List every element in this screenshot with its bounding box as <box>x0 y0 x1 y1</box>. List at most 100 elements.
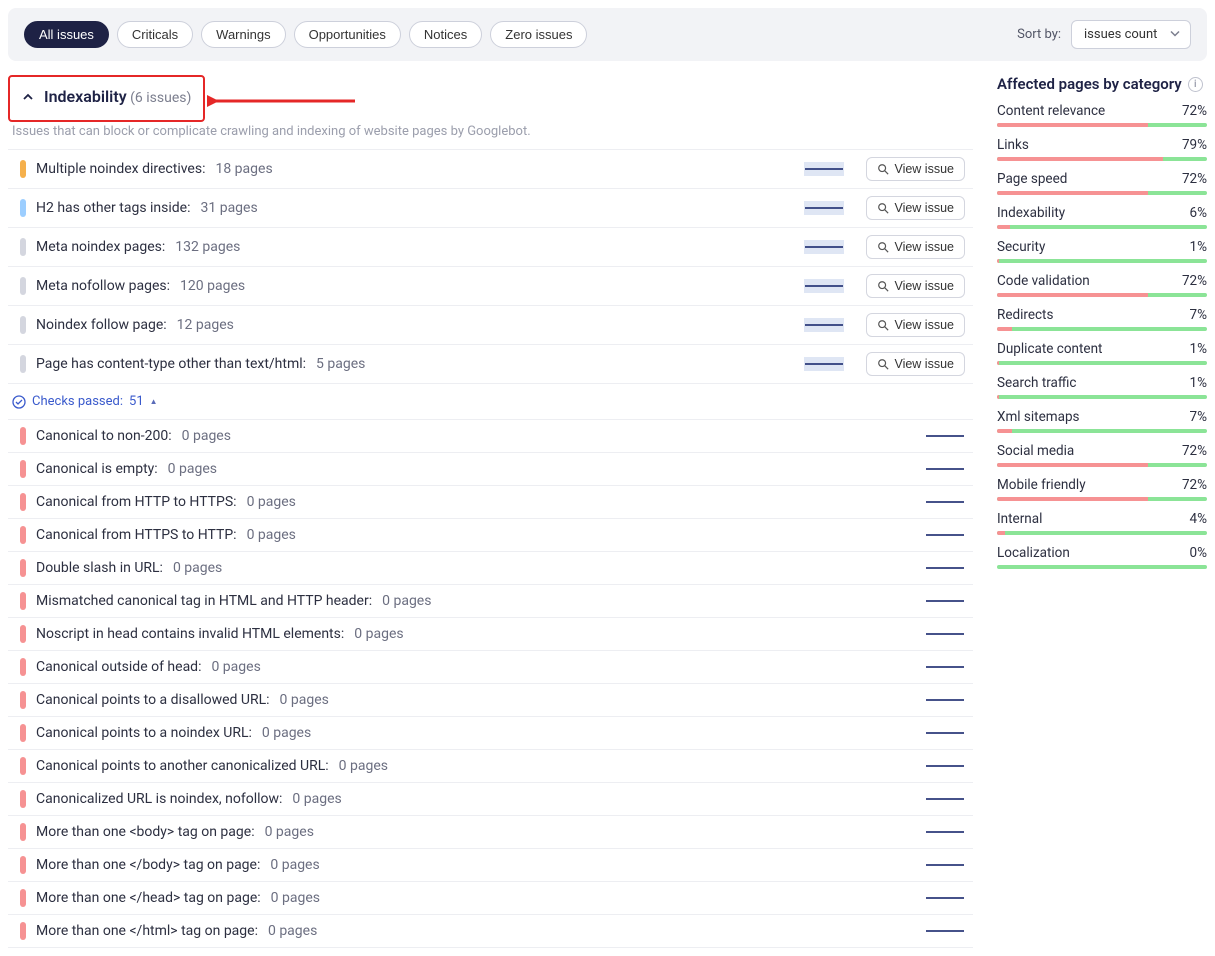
issue-row[interactable]: More than one <body> tag on page: 0 page… <box>8 816 973 849</box>
sparkline-icon <box>925 561 965 575</box>
filter-pill-notices[interactable]: Notices <box>409 21 482 48</box>
sidebar-affected-pages: Affected pages by category i Content rel… <box>997 75 1207 948</box>
view-issue-button[interactable]: View issue <box>866 235 965 259</box>
sparkline-icon <box>925 924 965 938</box>
issue-row[interactable]: Double slash in URL: 0 pages <box>8 552 973 585</box>
filter-pill-opportunities[interactable]: Opportunities <box>294 21 401 48</box>
filter-pill-warnings[interactable]: Warnings <box>201 21 285 48</box>
category-row[interactable]: Redirects7% <box>997 307 1207 331</box>
section-header-indexability[interactable]: Indexability (6 issues) <box>10 77 203 116</box>
category-name: Mobile friendly <box>997 477 1086 493</box>
issue-row[interactable]: Canonical outside of head: 0 pages <box>8 651 973 684</box>
category-row[interactable]: Xml sitemaps7% <box>997 409 1207 433</box>
category-row[interactable]: Search traffic1% <box>997 375 1207 399</box>
category-percent: 6% <box>1190 205 1207 221</box>
issue-pages: 12 pages <box>177 317 234 333</box>
category-bar <box>997 327 1207 331</box>
category-row[interactable]: Internal4% <box>997 511 1207 535</box>
filter-pills: All issues Criticals Warnings Opportunities… <box>24 21 1009 48</box>
category-bar <box>997 157 1207 161</box>
chevron-down-icon <box>1170 27 1180 42</box>
severity-indicator <box>20 658 26 676</box>
issue-row[interactable]: Canonicalized URL is noindex, nofollow: … <box>8 783 973 816</box>
category-row[interactable]: Content relevance72% <box>997 103 1207 127</box>
issue-row[interactable]: Meta nofollow pages: 120 pagesView issue <box>8 267 973 306</box>
category-row[interactable]: Localization0% <box>997 545 1207 569</box>
severity-indicator <box>20 922 26 940</box>
issue-row[interactable]: Canonical is empty: 0 pages <box>8 453 973 486</box>
category-name: Redirects <box>997 307 1053 323</box>
view-issue-label: View issue <box>894 240 954 254</box>
issue-row[interactable]: Canonical points to another canonicalize… <box>8 750 973 783</box>
view-issue-button[interactable]: View issue <box>866 274 965 298</box>
sparkline-icon <box>925 726 965 740</box>
filter-pill-all-issues[interactable]: All issues <box>24 21 109 48</box>
sparkline-icon <box>925 627 965 641</box>
checks-passed-toggle[interactable]: Checks passed: 51 ▲ <box>8 384 162 419</box>
sparkline-icon <box>804 279 844 293</box>
issue-row[interactable]: Canonical points to a disallowed URL: 0 … <box>8 684 973 717</box>
category-bar <box>997 463 1207 467</box>
sort-select[interactable]: issues count <box>1071 20 1191 49</box>
issue-row[interactable]: H2 has other tags inside: 31 pagesView i… <box>8 189 973 228</box>
issue-row[interactable]: More than one </html> tag on page: 0 pag… <box>8 915 973 948</box>
severity-indicator <box>20 160 26 178</box>
sort-by-label: Sort by: <box>1017 27 1061 42</box>
category-row[interactable]: Indexability6% <box>997 205 1207 229</box>
issue-row[interactable]: Canonical to non-200: 0 pages <box>8 419 973 453</box>
category-row[interactable]: Code validation72% <box>997 273 1207 297</box>
issue-row[interactable]: Multiple noindex directives: 18 pagesVie… <box>8 149 973 189</box>
view-issue-button[interactable]: View issue <box>866 313 965 337</box>
section-description: Issues that can block or complicate craw… <box>8 122 973 149</box>
category-row[interactable]: Links79% <box>997 137 1207 161</box>
issue-row[interactable]: More than one </head> tag on page: 0 pag… <box>8 882 973 915</box>
view-issue-button[interactable]: View issue <box>866 196 965 220</box>
issue-label: Double slash in URL: <box>36 560 163 576</box>
checks-passed-count: 51 <box>129 394 144 409</box>
category-name: Duplicate content <box>997 341 1102 357</box>
issues-active-list: Multiple noindex directives: 18 pagesVie… <box>8 149 973 384</box>
issue-label: Canonical points to a disallowed URL: <box>36 692 270 708</box>
view-issue-button[interactable]: View issue <box>866 157 965 181</box>
issue-pages: 5 pages <box>316 356 365 372</box>
issue-label: More than one <body> tag on page: <box>36 824 255 840</box>
issue-row[interactable]: Meta noindex pages: 132 pagesView issue <box>8 228 973 267</box>
issue-row[interactable]: Noindex follow page: 12 pagesView issue <box>8 306 973 345</box>
sparkline-icon <box>925 858 965 872</box>
category-row[interactable]: Security1% <box>997 239 1207 263</box>
filter-pill-criticals[interactable]: Criticals <box>117 21 193 48</box>
category-name: Search traffic <box>997 375 1076 391</box>
issue-row[interactable]: Canonical from HTTPS to HTTP: 0 pages <box>8 519 973 552</box>
info-icon[interactable]: i <box>1188 77 1203 92</box>
filter-pill-zero-issues[interactable]: Zero issues <box>490 21 587 48</box>
sort-value: issues count <box>1084 27 1157 42</box>
category-percent: 79% <box>1182 137 1207 153</box>
category-row[interactable]: Duplicate content1% <box>997 341 1207 365</box>
issue-row[interactable]: More than one </body> tag on page: 0 pag… <box>8 849 973 882</box>
severity-indicator <box>20 625 26 643</box>
issue-label: Canonical to non-200: <box>36 428 172 444</box>
issue-pages: 18 pages <box>215 161 272 177</box>
severity-indicator <box>20 592 26 610</box>
view-issue-button[interactable]: View issue <box>866 352 965 376</box>
severity-indicator <box>20 199 26 217</box>
issue-pages: 0 pages <box>247 494 296 510</box>
issue-row[interactable]: Canonical points to a noindex URL: 0 pag… <box>8 717 973 750</box>
severity-indicator <box>20 559 26 577</box>
category-bar <box>997 565 1207 569</box>
view-issue-label: View issue <box>894 201 954 215</box>
search-icon <box>877 319 889 331</box>
category-row[interactable]: Social media72% <box>997 443 1207 467</box>
category-row[interactable]: Page speed72% <box>997 171 1207 195</box>
issue-row[interactable]: Noscript in head contains invalid HTML e… <box>8 618 973 651</box>
issue-row[interactable]: Mismatched canonical tag in HTML and HTT… <box>8 585 973 618</box>
sparkline-icon <box>804 240 844 254</box>
sparkline-icon <box>804 357 844 371</box>
issue-pages: 0 pages <box>382 593 431 609</box>
sidebar-title: Affected pages by category <box>997 75 1182 93</box>
issue-row[interactable]: Canonical from HTTP to HTTPS: 0 pages <box>8 486 973 519</box>
issue-row[interactable]: Page has content-type other than text/ht… <box>8 345 973 384</box>
triangle-up-icon: ▲ <box>150 397 158 406</box>
sparkline-icon <box>925 495 965 509</box>
category-row[interactable]: Mobile friendly72% <box>997 477 1207 501</box>
